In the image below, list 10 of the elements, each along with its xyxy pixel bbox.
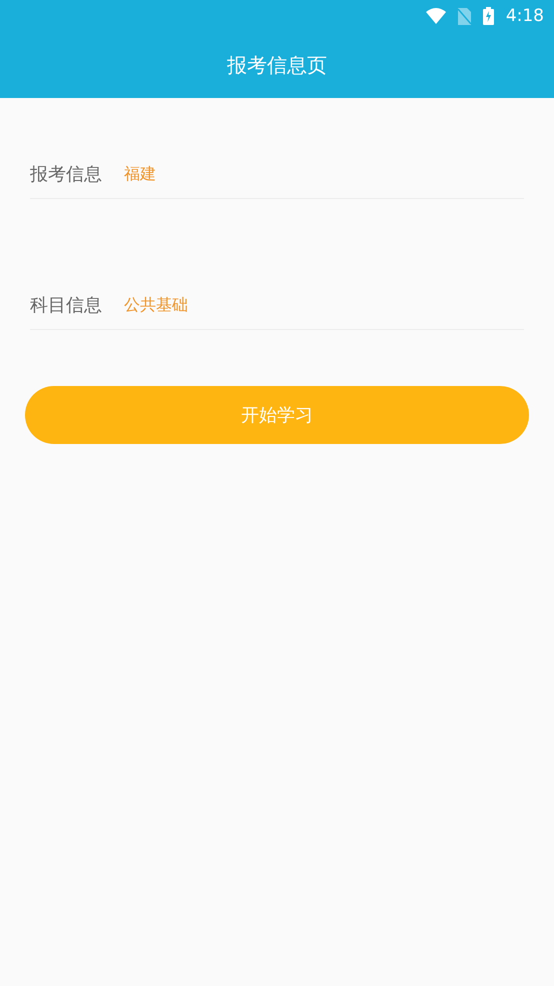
- app-bar-title: 报考信息页: [227, 52, 327, 78]
- wifi-icon: [426, 8, 446, 24]
- start-button[interactable]: 开始学习: [25, 386, 529, 444]
- battery-charging-icon: [482, 7, 494, 25]
- field-label: 科目信息: [30, 294, 102, 317]
- field-value: 公共基础: [124, 294, 188, 316]
- field-value: 福建: [124, 164, 156, 184]
- status-time: 4:18: [506, 6, 544, 26]
- field-label: 报考信息: [30, 163, 102, 186]
- no-sim-icon: [458, 8, 471, 24]
